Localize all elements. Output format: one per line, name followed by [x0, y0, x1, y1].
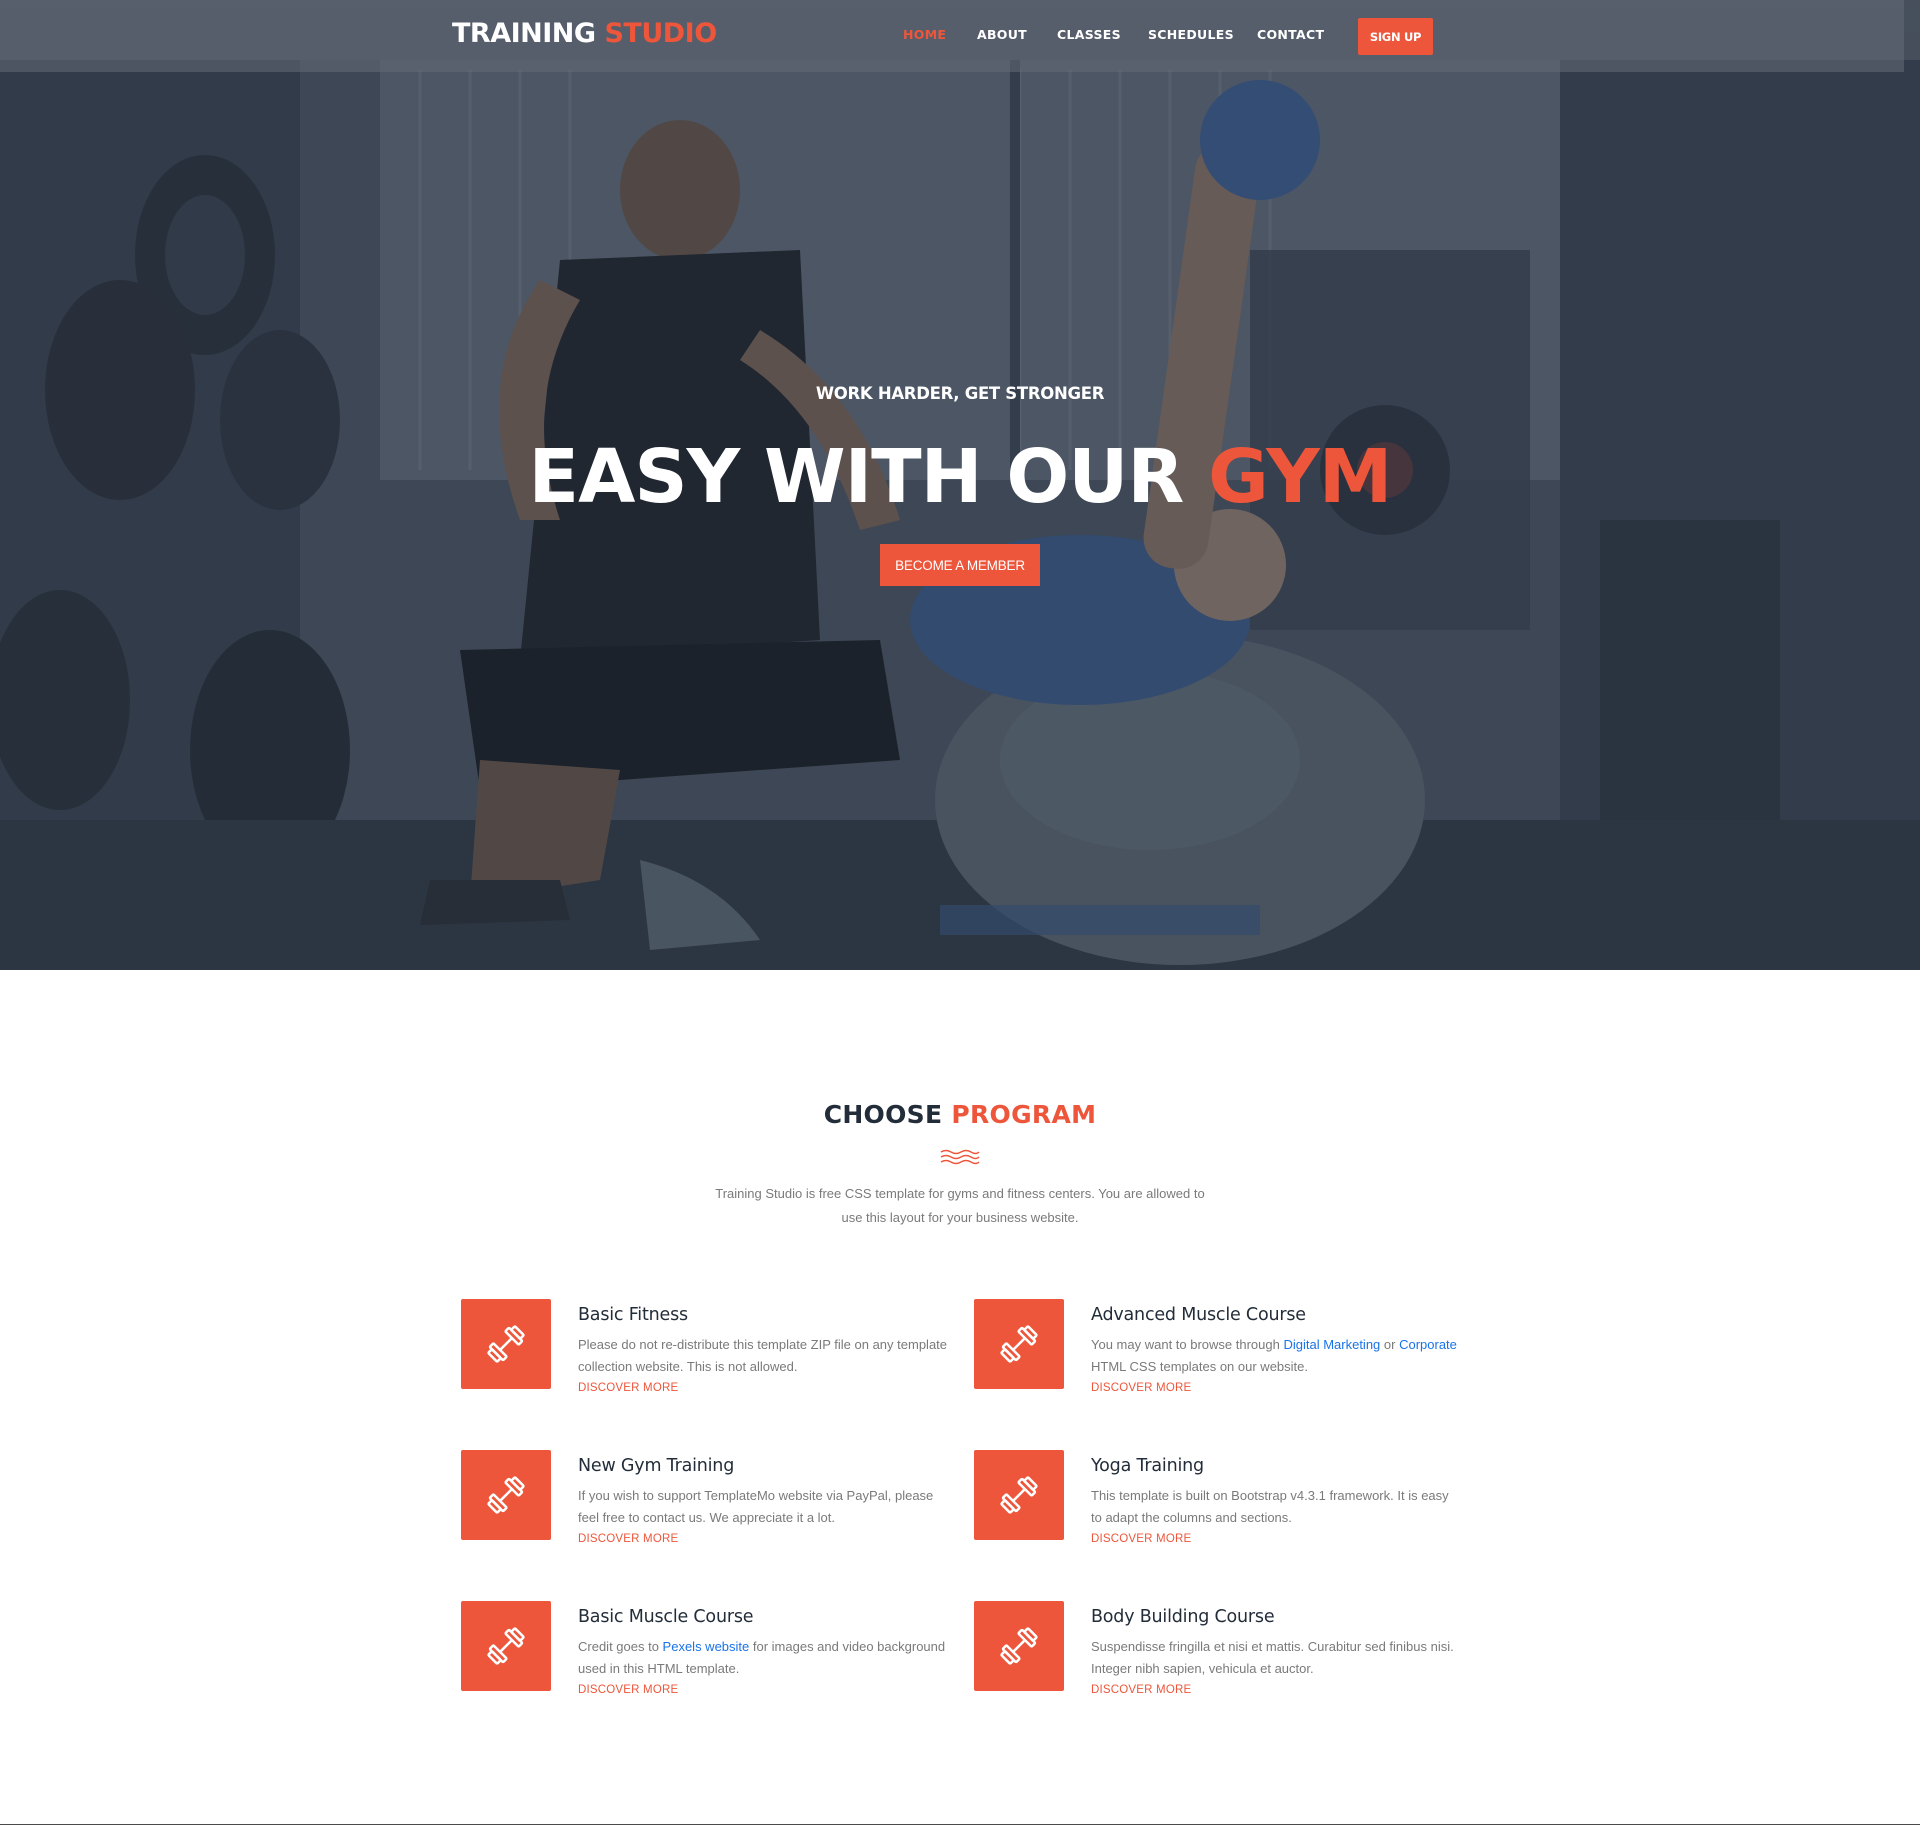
program-title: Advanced Muscle Course	[1091, 1305, 1306, 1325]
section-title-main: CHOOSE	[823, 1100, 943, 1129]
program-description-text: You may want to browse through	[1091, 1337, 1284, 1352]
nav-item-contact[interactable]: CONTACT	[1257, 27, 1324, 42]
program-icon-box[interactable]	[974, 1601, 1064, 1691]
program-description: Credit goes to Pexels website for images…	[578, 1636, 948, 1680]
hero-section: WORK HARDER, GET STRONGER EASY WITH OUR …	[0, 0, 1920, 970]
hero-title-accent: GYM	[1208, 434, 1392, 520]
dumbbell-icon	[1000, 1325, 1038, 1363]
wave-divider-icon	[940, 1149, 980, 1165]
program-icon-box[interactable]	[461, 1450, 551, 1540]
program-description-text: If you wish to support TemplateMo websit…	[578, 1488, 934, 1525]
section-description: Training Studio is free CSS template for…	[715, 1186, 1205, 1225]
hero-content: WORK HARDER, GET STRONGER EASY WITH OUR …	[0, 0, 1920, 970]
section-title: CHOOSE PROGRAM	[0, 1100, 1920, 1129]
program-description: Suspendisse fringilla et nisi et mattis.…	[1091, 1636, 1461, 1680]
discover-more-link[interactable]: DISCOVER MORE	[578, 1382, 678, 1394]
program-title: Basic Muscle Course	[578, 1607, 754, 1627]
dumbbell-icon	[487, 1476, 525, 1514]
dumbbell-icon	[1000, 1476, 1038, 1514]
nav-item-home[interactable]: HOME	[903, 27, 946, 42]
program-title: Yoga Training	[1091, 1456, 1204, 1476]
program-icon-box[interactable]	[974, 1450, 1064, 1540]
program-description: This template is built on Bootstrap v4.3…	[1091, 1485, 1461, 1529]
hero-title: EASY WITH OUR GYM	[0, 432, 1920, 522]
corporate-link[interactable]: Corporate	[1399, 1337, 1457, 1352]
discover-more-link[interactable]: DISCOVER MORE	[1091, 1382, 1191, 1394]
discover-more-link[interactable]: DISCOVER MORE	[578, 1684, 678, 1696]
program-description-text: This template is built on Bootstrap v4.3…	[1091, 1488, 1449, 1525]
section-title-accent: PROGRAM	[951, 1100, 1097, 1129]
become-member-button[interactable]: BECOME A MEMBER	[880, 544, 1040, 586]
nav-item-about[interactable]: ABOUT	[977, 27, 1027, 42]
main-nav: HOME ABOUT CLASSES SCHEDULES CONTACT	[0, 27, 1904, 47]
program-card: Basic Muscle Course Credit goes to Pexel…	[461, 1601, 945, 1711]
pexels-website-link[interactable]: Pexels website	[663, 1639, 750, 1654]
digital-marketing-link[interactable]: Digital Marketing	[1283, 1337, 1380, 1352]
program-description-text: Suspendisse fringilla et nisi et mattis.…	[1091, 1639, 1454, 1676]
program-description: Please do not re-distribute this templat…	[578, 1334, 948, 1378]
discover-more-link[interactable]: DISCOVER MORE	[1091, 1684, 1191, 1696]
program-title: Body Building Course	[1091, 1607, 1275, 1627]
program-description-text: Please do not re-distribute this templat…	[578, 1337, 948, 1374]
sign-up-button[interactable]: SIGN UP	[1358, 18, 1433, 55]
program-description: If you wish to support TemplateMo websit…	[578, 1485, 948, 1529]
dumbbell-icon	[1000, 1627, 1038, 1665]
program-description-text: or	[1380, 1337, 1400, 1352]
program-description-text: HTML CSS templates on our website.	[1091, 1359, 1308, 1374]
site-header: TRAINING STUDIO HOME ABOUT CLASSES SCHED…	[0, 0, 1904, 72]
discover-more-link[interactable]: DISCOVER MORE	[1091, 1533, 1191, 1545]
program-icon-box[interactable]	[461, 1601, 551, 1691]
program-card: Body Building Course Suspendisse fringil…	[974, 1601, 1454, 1711]
hero-title-main: EASY WITH OUR	[528, 434, 1185, 520]
program-icon-box[interactable]	[974, 1299, 1064, 1389]
program-card: New Gym Training If you wish to support …	[461, 1450, 941, 1560]
program-icon-box[interactable]	[461, 1299, 551, 1389]
program-title: Basic Fitness	[578, 1305, 688, 1325]
program-card: Yoga Training This template is built on …	[974, 1450, 1454, 1560]
dumbbell-icon	[487, 1325, 525, 1363]
nav-item-schedules[interactable]: SCHEDULES	[1148, 27, 1234, 42]
program-card: Advanced Muscle Course You may want to b…	[974, 1299, 1457, 1409]
nav-item-classes[interactable]: CLASSES	[1057, 27, 1121, 42]
program-title: New Gym Training	[578, 1456, 735, 1476]
hero-kicker: WORK HARDER, GET STRONGER	[815, 384, 1105, 403]
program-description: You may want to browse through Digital M…	[1091, 1334, 1461, 1378]
program-card: Basic Fitness Please do not re-distribut…	[461, 1299, 947, 1409]
program-description-text: Credit goes to	[578, 1639, 663, 1654]
dumbbell-icon	[487, 1627, 525, 1665]
discover-more-link[interactable]: DISCOVER MORE	[578, 1533, 678, 1545]
